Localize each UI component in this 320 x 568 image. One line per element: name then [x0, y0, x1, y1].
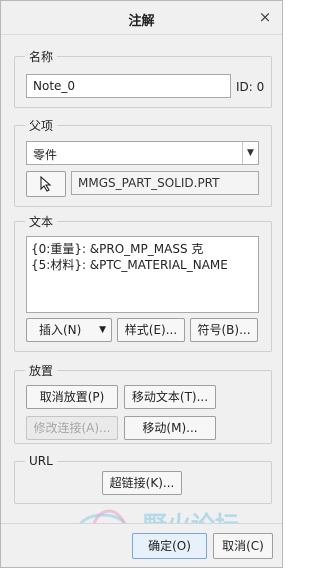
reference-field: MMGS_PART_SOLID.PRT	[71, 171, 259, 195]
hyperlink-button[interactable]: 超链接(K)...	[102, 471, 182, 495]
style-button[interactable]: 样式(E)...	[117, 318, 185, 342]
symbol-button[interactable]: 符号(B)...	[190, 318, 258, 342]
dropdown-arrow-icon: ▼	[242, 142, 258, 164]
name-group-legend: 名称	[29, 50, 54, 64]
text-line-1: {0:重量}: &PRO_MP_MASS 克	[31, 242, 204, 256]
parent-group-legend: 父项	[29, 119, 54, 133]
pointer-icon	[40, 175, 52, 192]
id-label: ID: 0	[236, 80, 265, 94]
select-reference-button[interactable]	[26, 171, 66, 197]
insert-button[interactable]: 插入(N) ▼	[26, 318, 112, 342]
dialog-title: 注解	[128, 14, 155, 29]
name-input[interactable]: Note_0	[26, 74, 231, 98]
cancel-placement-button[interactable]: 取消放置(P)	[26, 385, 118, 409]
close-icon[interactable]: ×	[256, 7, 274, 27]
move-button[interactable]: 移动(M)...	[124, 416, 216, 440]
text-group-legend: 文本	[29, 215, 54, 229]
select-arrow-icon: ▼	[99, 325, 106, 335]
parent-type-select[interactable]: 零件 ▼	[26, 141, 259, 165]
insert-label: 插入(N)	[39, 323, 82, 337]
annotation-text-area[interactable]: {0:重量}: &PRO_MP_MASS 克 {5:材料}: &PTC_MATE…	[26, 236, 259, 313]
ok-button[interactable]: 确定(O)	[132, 533, 207, 559]
annotation-dialog: 注解 × 名称 Note_0 ID: 0 父项 零件 ▼ MMGS_PART_S…	[0, 0, 283, 568]
modify-attachment-button[interactable]: 修改连接(A)...	[26, 416, 118, 440]
url-group-legend: URL	[29, 454, 53, 468]
title-bar: 注解 ×	[1, 1, 282, 35]
parent-type-value: 零件	[33, 148, 58, 162]
text-line-2: {5:材料}: &PTC_MATERIAL_NAME	[31, 258, 228, 272]
move-text-button[interactable]: 移动文本(T)...	[124, 385, 216, 409]
placement-group-legend: 放置	[29, 364, 54, 378]
cancel-button[interactable]: 取消(C)	[213, 533, 273, 559]
